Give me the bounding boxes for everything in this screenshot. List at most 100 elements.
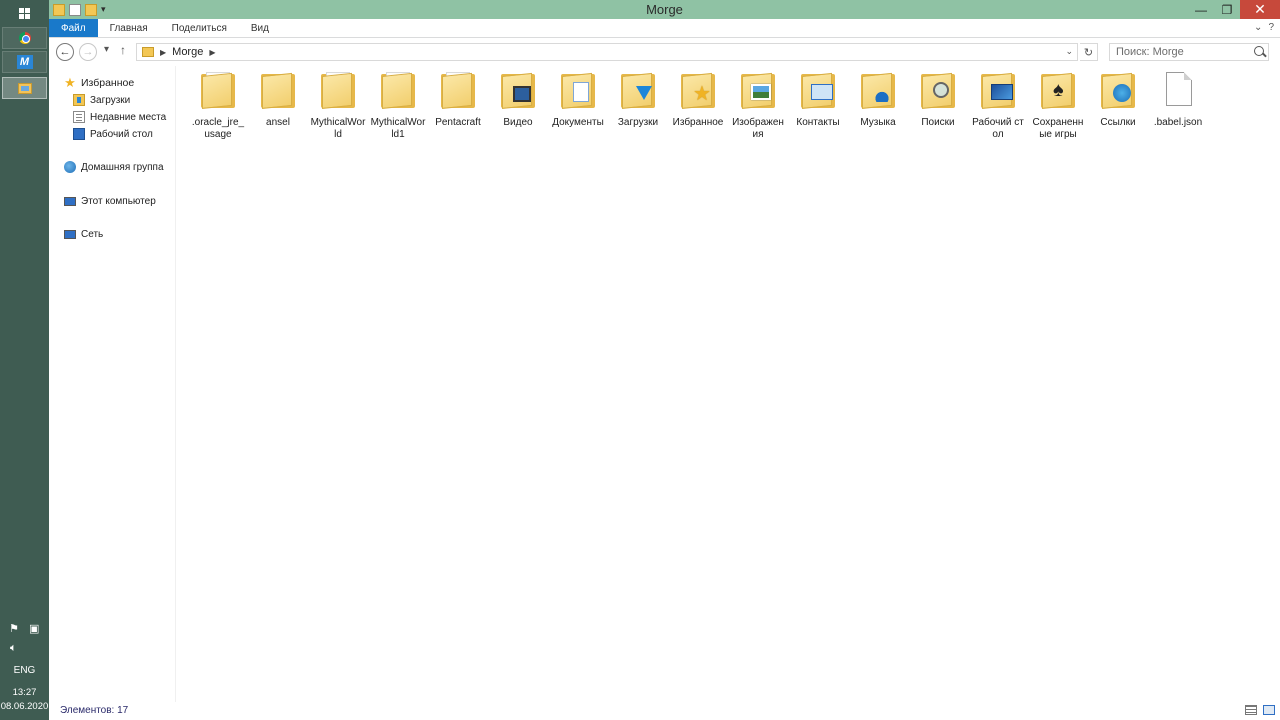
minimize-button[interactable]: — [1188, 0, 1214, 19]
up-arrow-icon[interactable]: ↑ [120, 43, 126, 57]
back-arrow-icon: ← [59, 46, 71, 58]
tab-view[interactable]: Вид [239, 19, 281, 37]
desktop-icon [73, 128, 85, 140]
location-folder-icon [142, 47, 154, 57]
file-item[interactable]: MythicalWorld [310, 72, 366, 141]
file-item-label: Контакты [796, 117, 840, 128]
explorer-window: ▾ Morge — ❐ ✕ Файл Главная Поделиться Ви… [49, 0, 1280, 720]
forward-button[interactable]: → [79, 43, 97, 61]
clock-time[interactable]: 13:27 [0, 687, 49, 698]
breadcrumb-morge[interactable]: Morge [172, 46, 203, 58]
search-icon[interactable] [1254, 46, 1264, 56]
item-count: Элементов: 17 [60, 705, 129, 716]
taskbar-app-m-button[interactable]: M [2, 51, 47, 73]
back-button[interactable]: ← [56, 43, 74, 61]
nav-this-pc[interactable]: Этот компьютер [64, 193, 156, 209]
file-item-label: Избранное [672, 117, 724, 128]
ribbon-controls: ⌄ ? [1254, 22, 1274, 33]
nav-downloads[interactable]: Загрузки [73, 92, 130, 108]
ribbon-expand-chevron-icon[interactable]: ⌄ [1254, 22, 1262, 33]
tab-home[interactable]: Главная [98, 19, 160, 37]
file-item[interactable]: Изображения [730, 72, 786, 141]
nav-homegroup-label: Домашняя группа [81, 161, 164, 173]
large-icons-view-icon[interactable] [1263, 705, 1275, 715]
address-bar[interactable]: ▶ Morge ▶ ⌄ [136, 43, 1078, 61]
action-center-flag-icon[interactable]: ⚑ [9, 622, 19, 635]
file-item-label: Загрузки [617, 117, 659, 128]
clock-date[interactable]: 08.06.2020 [0, 701, 49, 712]
nav-favorites-label: Избранное [81, 77, 135, 89]
taskbar: M ⚑ ▣ 🔈︎ ENG 13:27 08.06.2020 [0, 0, 49, 720]
file-item-label: Ссылки [1100, 117, 1136, 128]
taskbar-explorer-button[interactable] [2, 77, 47, 99]
restore-button[interactable]: ❐ [1214, 0, 1240, 19]
nav-downloads-label: Загрузки [90, 94, 131, 106]
details-view-icon[interactable] [1245, 705, 1257, 715]
refresh-button[interactable]: ↻ [1080, 43, 1098, 61]
tab-share[interactable]: Поделиться [160, 19, 239, 37]
file-item-label: Поиски [921, 117, 955, 128]
file-item[interactable]: Документы [550, 72, 606, 129]
nav-network-label: Сеть [81, 228, 104, 240]
file-item[interactable]: .babel.json [1150, 72, 1206, 129]
file-item[interactable]: Видео [490, 72, 546, 129]
language-indicator[interactable]: ENG [0, 665, 49, 676]
file-item-label: MythicalWorld1 [370, 117, 426, 140]
file-item[interactable]: ansel [250, 72, 306, 129]
file-item-label: .oracle_jre_usage [191, 117, 245, 140]
nav-desktop-label: Рабочий стол [90, 128, 153, 140]
close-button[interactable]: ✕ [1240, 0, 1280, 19]
forward-arrow-icon: → [82, 46, 94, 58]
nav-desktop[interactable]: Рабочий стол [73, 126, 153, 142]
volume-icon[interactable]: 🔈︎ [10, 642, 17, 655]
status-bar: Элементов: 17 [49, 702, 1280, 720]
file-item[interactable]: Контакты [790, 72, 846, 129]
favorites-folder-icon: ★ [679, 72, 717, 110]
file-item-label: .babel.json [1153, 117, 1203, 128]
file-item[interactable]: Загрузки [610, 72, 666, 129]
searches-folder-icon [919, 72, 957, 110]
homegroup-icon [64, 161, 76, 173]
search-input[interactable] [1110, 44, 1246, 60]
file-item[interactable]: MythicalWorld1 [370, 72, 426, 141]
help-icon[interactable]: ? [1268, 22, 1274, 33]
nav-favorites[interactable]: ★ Избранное [64, 75, 134, 91]
file-item[interactable]: Pentacraft [430, 72, 486, 129]
network-icon [64, 229, 76, 239]
recent-locations-chevron-icon[interactable]: ▾ [104, 44, 109, 55]
taskbar-chrome-button[interactable] [2, 27, 47, 49]
downloads-folder-icon [619, 72, 657, 110]
file-item[interactable]: Поиски [910, 72, 966, 129]
file-item[interactable]: .oracle_jre_usage [190, 72, 246, 141]
file-item-label: Сохраненные игры [1032, 117, 1084, 140]
nav-homegroup[interactable]: Домашняя группа [64, 159, 164, 175]
address-dropdown-chevron-icon[interactable]: ⌄ [1065, 46, 1073, 57]
computer-icon [64, 196, 76, 206]
refresh-icon: ↻ [1083, 46, 1094, 59]
file-list: .oracle_jre_usage ansel MythicalWorld My… [177, 66, 1277, 702]
file-item-label: Документы [552, 117, 604, 128]
file-item-label: MythicalWorld [310, 117, 366, 140]
file-item-label: Рабочий стол [972, 117, 1024, 140]
file-item[interactable]: Рабочий стол [970, 72, 1026, 141]
file-item[interactable]: Музыка [850, 72, 906, 129]
desktop-folder-icon [979, 72, 1017, 110]
title-bar[interactable]: ▾ Morge — ❐ ✕ [49, 0, 1280, 19]
nav-recent-places[interactable]: Недавние места [73, 109, 166, 125]
ribbon-tabs: Файл Главная Поделиться Вид ⌄ ? [49, 19, 1280, 38]
nav-recent-label: Недавние места [90, 111, 167, 123]
music-folder-icon [859, 72, 897, 110]
file-item[interactable]: ★ Избранное [670, 72, 726, 129]
breadcrumb-chevron-icon[interactable]: ▶ [209, 48, 215, 57]
breadcrumb-separator-icon[interactable]: ▶ [160, 48, 166, 57]
network-tray-icon[interactable]: ▣ [29, 622, 39, 635]
file-item-label: Изображения [732, 117, 784, 140]
file-explorer-icon [17, 82, 32, 94]
file-item-label: Видео [503, 117, 533, 128]
nav-network[interactable]: Сеть [64, 226, 103, 242]
tab-file[interactable]: Файл [49, 19, 98, 37]
file-item[interactable]: Ссылки [1090, 72, 1146, 129]
start-button[interactable] [0, 0, 49, 26]
search-box[interactable] [1109, 43, 1269, 61]
file-item[interactable]: ♠ Сохраненные игры [1030, 72, 1086, 141]
